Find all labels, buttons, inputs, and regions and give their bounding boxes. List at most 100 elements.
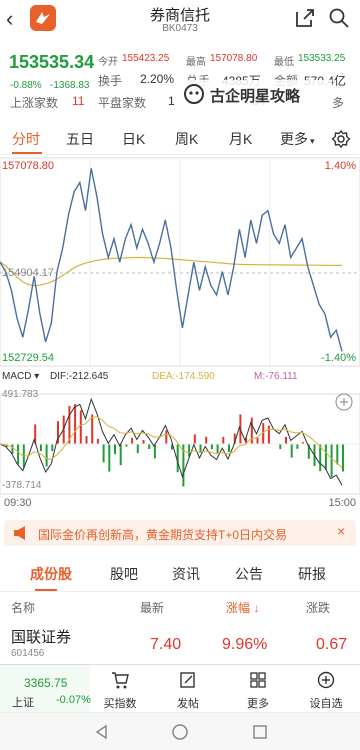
- tab-more[interactable]: 更多 ▾: [280, 129, 315, 149]
- nav-recents-icon[interactable]: [250, 722, 270, 742]
- tab-five-day[interactable]: 五日: [66, 129, 94, 149]
- tab-forum[interactable]: 股吧: [110, 564, 138, 584]
- header: ‹ 券商信托 BK0473: [0, 0, 360, 42]
- macd-bar: [285, 437, 287, 444]
- nav-back-icon[interactable]: [92, 722, 112, 742]
- macd-bar: [148, 444, 151, 449]
- stock-code: 601456: [11, 648, 45, 659]
- tab-daily-k[interactable]: 日K: [122, 129, 145, 149]
- macd-bar: [131, 437, 134, 444]
- expand-chart-icon[interactable]: [334, 392, 354, 412]
- open-label: 今开: [98, 57, 118, 68]
- high-label: 最高: [186, 57, 206, 68]
- macd-bar: [290, 444, 293, 458]
- up-count-label: 上涨家数: [10, 96, 59, 110]
- stock-change: 0.67: [316, 636, 348, 653]
- macd-bar: [51, 444, 54, 452]
- macd-bar: [136, 444, 139, 454]
- macd-bar: [114, 444, 116, 455]
- macd-bar: [216, 444, 219, 453]
- macd-bar: [193, 434, 196, 444]
- settings-gear-icon[interactable]: [331, 129, 351, 149]
- macd-dif-line: [0, 397, 343, 486]
- macd-m-value: M:-76.111: [254, 371, 298, 382]
- macd-bar: [296, 444, 299, 449]
- table-row[interactable]: 国联证券 601456 7.40 9.96% 0.67: [0, 620, 360, 664]
- macd-dif-value: DIF:-212.645: [50, 371, 109, 382]
- macd-bar: [165, 430, 168, 444]
- tab-monthly-k[interactable]: 月K: [229, 129, 252, 149]
- macd-bar: [222, 436, 225, 444]
- low-label: 最低: [274, 57, 294, 68]
- edit-icon: [180, 672, 195, 688]
- buy-index-button[interactable]: 买指数: [90, 665, 150, 713]
- macd-label: MACD ▾: [2, 371, 40, 382]
- bottom-toolbar: 3365.75 上证 -0.07% 买指数 发帖 更多 设自选: [0, 664, 360, 713]
- banner-text: 国际金价再创新高，黄金期货支持T+0日内交易: [38, 528, 288, 542]
- nav-home-icon[interactable]: [170, 722, 190, 742]
- close-icon[interactable]: ×: [337, 523, 345, 539]
- add-watchlist-button[interactable]: 设自选: [296, 665, 356, 713]
- intraday-chart[interactable]: 157078.80 1.40% 154904.17 152729.54 -1.4…: [0, 156, 360, 516]
- add-watchlist-label: 设自选: [309, 698, 343, 710]
- axis-price-bottom: 152729.54: [2, 352, 54, 364]
- macd-bar: [39, 444, 42, 452]
- megaphone-icon: [14, 526, 25, 540]
- more-button[interactable]: 更多: [228, 665, 288, 713]
- chevron-down-icon: ▾: [310, 136, 315, 146]
- more-quote-link[interactable]: 多: [332, 94, 344, 111]
- share-icon[interactable]: [293, 6, 317, 30]
- search-icon[interactable]: [327, 6, 351, 30]
- table-header: 名称 最新 涨幅 ↓ 涨跌: [0, 594, 360, 618]
- price-line: [0, 168, 343, 352]
- macd-bar: [205, 436, 208, 444]
- macd-bar: [228, 444, 230, 452]
- change-percent: -0.88%: [10, 80, 42, 91]
- more-label: 更多: [247, 698, 269, 710]
- macd-bar: [45, 444, 48, 467]
- tab-constituents[interactable]: 成份股: [30, 564, 72, 584]
- tab-weekly-k[interactable]: 周K: [175, 129, 198, 149]
- watermark-text: 古企明星攻略: [210, 88, 301, 105]
- post-button[interactable]: 发帖: [158, 665, 218, 713]
- news-banner[interactable]: 国际金价再创新高，黄金期货支持T+0日内交易 ×: [4, 520, 356, 546]
- open-value: 155423.25: [122, 53, 170, 64]
- col-name[interactable]: 名称: [11, 599, 35, 616]
- macd-histogram: [5, 404, 344, 487]
- col-price[interactable]: 最新: [140, 599, 164, 616]
- axis-pct-top: 1.40%: [324, 160, 356, 172]
- macd-bar: [199, 444, 202, 453]
- time-start: 09:30: [4, 497, 32, 509]
- col-change[interactable]: 涨跌: [306, 599, 330, 616]
- macd-bar: [279, 444, 282, 450]
- cart-icon: [112, 672, 129, 689]
- grid-icon: [250, 672, 266, 688]
- macd-dea-value: DEA:-174.590: [152, 371, 215, 382]
- change-amount: -1368.83: [50, 80, 90, 91]
- macd-bar: [142, 440, 145, 444]
- high-value: 157078.80: [210, 53, 258, 64]
- macd-bar: [176, 444, 179, 473]
- axis-pct-bottom: -1.40%: [321, 352, 356, 364]
- macd-bar: [91, 414, 94, 444]
- macd-bar: [96, 438, 99, 444]
- macd-bar: [256, 437, 259, 444]
- macd-bar: [250, 417, 253, 444]
- tab-announcements[interactable]: 公告: [235, 564, 263, 584]
- index-ticker[interactable]: 3365.75 上证 -0.07%: [0, 665, 91, 713]
- macd-axis-bottom: -378.714: [2, 480, 42, 491]
- macd-bar: [102, 444, 105, 463]
- tab-news[interactable]: 资讯: [172, 564, 200, 584]
- current-price: 153535.34: [9, 52, 95, 72]
- stock-change-pct: 9.96%: [222, 636, 268, 653]
- col-change-pct[interactable]: 涨幅 ↓: [226, 599, 259, 616]
- buy-index-label: 买指数: [103, 698, 137, 710]
- macd-bar: [330, 444, 333, 477]
- macd-axis-top: 491.783: [2, 389, 39, 400]
- tab-intraday[interactable]: 分时: [12, 129, 40, 149]
- watermark: 古企明星攻略: [180, 80, 332, 108]
- tab-research[interactable]: 研报: [298, 564, 326, 584]
- low-value: 153533.25: [298, 53, 346, 64]
- index-name: 上证: [12, 697, 34, 709]
- system-nav-bar: [0, 712, 360, 750]
